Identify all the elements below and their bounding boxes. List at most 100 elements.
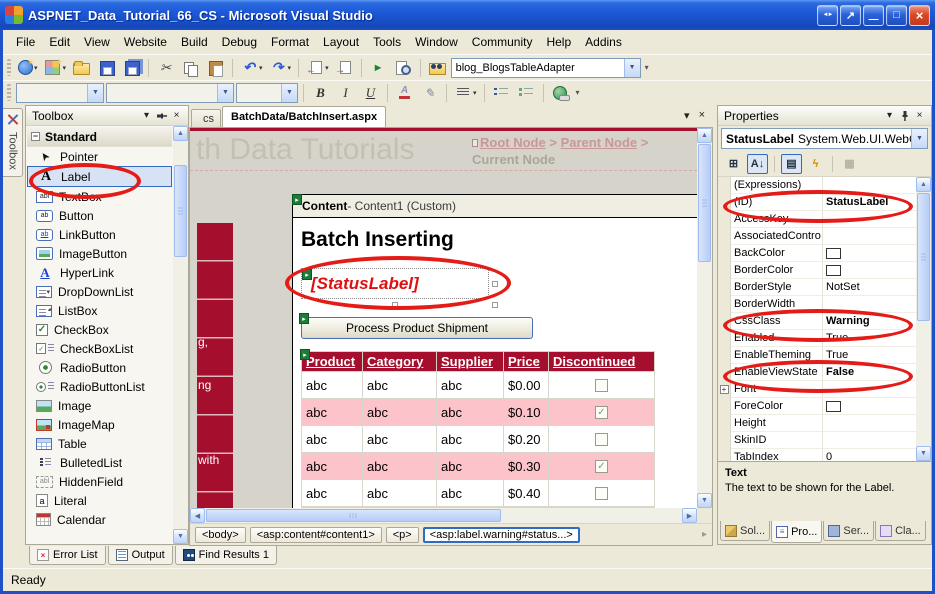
property-value[interactable] bbox=[823, 177, 916, 194]
toolbox-item-radiobutton[interactable]: RadioButton bbox=[27, 358, 172, 377]
add-item-button[interactable]: ▾ bbox=[42, 57, 69, 79]
status-label-selection-box[interactable]: [StatusLabel] bbox=[301, 268, 489, 299]
numbering-button[interactable] bbox=[515, 82, 538, 104]
asp-snippet-glyph-icon[interactable] bbox=[302, 269, 312, 280]
properties-scrollbar[interactable]: ▲ ▼ bbox=[916, 177, 931, 461]
grid-column-header-discontinued[interactable]: Discontinued bbox=[548, 351, 655, 372]
grid-column-header-category[interactable]: Category bbox=[362, 351, 437, 372]
close-icon[interactable]: × bbox=[169, 108, 184, 123]
view-in-browser-button[interactable] bbox=[392, 57, 415, 79]
save-all-button[interactable] bbox=[120, 57, 143, 79]
combobox-dropdown-icon[interactable]: ▼ bbox=[281, 83, 297, 102]
auto-hide-pin-icon[interactable] bbox=[154, 108, 169, 123]
auto-hide-pin-icon[interactable] bbox=[897, 108, 912, 123]
document-tab-active[interactable]: BatchData/BatchInsert.aspx bbox=[222, 106, 387, 127]
collapse-icon[interactable]: − bbox=[31, 132, 40, 141]
toolbar-overflow-icon[interactable]: ▾ bbox=[645, 64, 649, 72]
window-position-menu-icon[interactable]: ▾ bbox=[139, 108, 154, 123]
copy-button[interactable] bbox=[179, 57, 202, 79]
status-label-control[interactable]: [StatusLabel] bbox=[285, 256, 511, 310]
combobox-dropdown-icon[interactable]: ▼ bbox=[217, 83, 233, 102]
menu-addins[interactable]: Addins bbox=[578, 32, 629, 52]
property-value[interactable]: False bbox=[823, 364, 916, 381]
menu-format[interactable]: Format bbox=[264, 32, 316, 52]
scroll-right-icon[interactable]: ▶ bbox=[682, 508, 697, 523]
breadcrumb-parent-link[interactable]: Parent Node bbox=[561, 135, 638, 150]
toolbox-section-standard[interactable]: − Standard bbox=[27, 127, 172, 147]
scroll-down-icon[interactable]: ▼ bbox=[697, 493, 712, 508]
toolbox-item-calendar[interactable]: Calendar bbox=[27, 510, 172, 529]
target-rule-combobox[interactable]: ▼ bbox=[16, 82, 104, 103]
menu-community[interactable]: Community bbox=[465, 32, 540, 52]
window-position-menu-icon[interactable]: ▾ bbox=[882, 108, 897, 123]
toolbox-title-bar[interactable]: Toolbox ▾ × bbox=[26, 106, 188, 126]
tag-navigator-more-icon[interactable]: ▸ bbox=[702, 529, 707, 540]
bullets-button[interactable] bbox=[490, 82, 513, 104]
property-row-forecolor[interactable]: ForeColor bbox=[718, 398, 916, 415]
toolbox-item-dropdownlist[interactable]: DropDownList bbox=[27, 282, 172, 301]
tag-breadcrumb-button[interactable]: <body> bbox=[195, 526, 246, 543]
gridview-control[interactable]: ProductCategorySupplierPriceDiscontinued… bbox=[300, 349, 691, 508]
scrollbar-thumb[interactable] bbox=[917, 193, 930, 321]
property-value[interactable]: True bbox=[823, 347, 916, 364]
property-row-associatedcontro[interactable]: AssociatedContro bbox=[718, 228, 916, 245]
highlight-button[interactable] bbox=[418, 82, 441, 104]
toolbox-item-hiddenfield[interactable]: abl HiddenField bbox=[27, 472, 172, 491]
property-value[interactable] bbox=[823, 245, 916, 262]
nav-forward-button[interactable] bbox=[333, 57, 356, 79]
design-surface[interactable]: th Data Tutorials Root Node > Parent Nod… bbox=[190, 128, 697, 508]
tag-breadcrumb-button[interactable]: <asp:label.warning#status...> bbox=[422, 526, 580, 543]
paste-button[interactable] bbox=[204, 57, 227, 79]
toolbox-item-textbox[interactable]: abl TextBox bbox=[27, 187, 172, 206]
menu-debug[interactable]: Debug bbox=[215, 32, 264, 52]
property-pages-icon[interactable]: ▦ bbox=[839, 154, 860, 174]
bottom-tab-output[interactable]: Output bbox=[107, 546, 173, 565]
minimize-button[interactable]: — bbox=[863, 4, 884, 26]
toolbox-item-imagemap[interactable]: ImageMap bbox=[27, 415, 172, 434]
menu-view[interactable]: View bbox=[77, 32, 117, 52]
menu-file[interactable]: File bbox=[9, 32, 42, 52]
resize-handle[interactable] bbox=[392, 302, 398, 308]
toolbox-item-checkbox[interactable]: ✓ CheckBox bbox=[27, 320, 172, 339]
pop-out-button[interactable]: ↗ bbox=[840, 4, 861, 26]
document-tab-code-behind[interactable]: cs bbox=[191, 109, 221, 127]
asp-snippet-glyph-icon[interactable] bbox=[292, 194, 302, 205]
document-list-dropdown-icon[interactable]: ▾ bbox=[684, 109, 690, 122]
property-value[interactable] bbox=[823, 415, 916, 432]
properties-title-bar[interactable]: Properties ▾ × bbox=[718, 106, 931, 126]
menu-edit[interactable]: Edit bbox=[42, 32, 77, 52]
toolbox-item-linkbutton[interactable]: ab LinkButton bbox=[27, 225, 172, 244]
grid-column-header-price[interactable]: Price bbox=[503, 351, 549, 372]
content-placeholder-region[interactable]: Content - Content1 (Custom) Batch Insert… bbox=[285, 194, 697, 508]
font-size-combobox[interactable]: ▼ bbox=[236, 82, 298, 103]
process-shipment-button[interactable]: Process Product Shipment bbox=[301, 317, 533, 339]
nav-back-button[interactable]: ▾ bbox=[304, 57, 331, 79]
dropdown-arrow-icon[interactable]: ▾ bbox=[63, 64, 67, 72]
find-in-files-button[interactable] bbox=[426, 57, 449, 79]
toolbox-item-listbox[interactable]: ListBox bbox=[27, 301, 172, 320]
maximize-button[interactable]: □ bbox=[886, 4, 907, 26]
property-value[interactable]: Warning bbox=[823, 313, 916, 330]
selected-object-combobox[interactable]: StatusLabel System.Web.UI.WebCor ▼ bbox=[721, 128, 928, 149]
combobox-dropdown-icon[interactable]: ▼ bbox=[623, 58, 640, 77]
toolbox-item-imagebutton[interactable]: ImageButton bbox=[27, 244, 172, 263]
bold-button[interactable] bbox=[309, 82, 332, 104]
align-button[interactable]: ▾ bbox=[452, 82, 479, 104]
tool-tab-cla[interactable]: Cla... bbox=[875, 521, 926, 541]
title-bar[interactable]: ASPNET_Data_Tutorial_66_CS - Microsoft V… bbox=[0, 0, 935, 30]
redo-button[interactable]: ▾ bbox=[267, 57, 294, 79]
breadcrumb-root-link[interactable]: Root Node bbox=[480, 135, 546, 150]
scroll-up-icon[interactable]: ▲ bbox=[173, 126, 188, 141]
toolbar-overflow-icon[interactable]: ▾ bbox=[576, 89, 580, 97]
toolbox-item-table[interactable]: Table bbox=[27, 434, 172, 453]
property-value[interactable]: True bbox=[823, 330, 916, 347]
font-name-combobox[interactable]: ▼ bbox=[106, 82, 234, 103]
toolbox-item-radiobuttonlist[interactable]: RadioButtonList bbox=[27, 377, 172, 396]
tag-breadcrumb-button[interactable]: <p> bbox=[385, 526, 419, 543]
property-row-height[interactable]: Height bbox=[718, 415, 916, 432]
scrollbar-thumb[interactable] bbox=[698, 144, 711, 262]
cut-button[interactable] bbox=[154, 57, 177, 79]
grid-column-header-supplier[interactable]: Supplier bbox=[436, 351, 504, 372]
menu-build[interactable]: Build bbox=[174, 32, 215, 52]
tool-tab-sol[interactable]: Sol... bbox=[720, 521, 771, 541]
